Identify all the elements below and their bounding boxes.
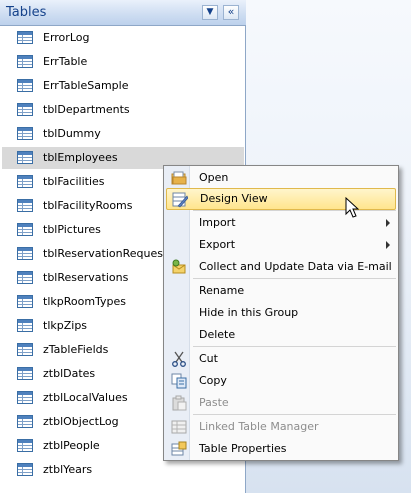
table-icon <box>17 79 33 92</box>
context-menu: Open Design View Import Export Collect and U… <box>163 165 399 461</box>
table-icon <box>17 31 33 44</box>
table-icon <box>17 55 33 68</box>
menu-item-design-view[interactable]: Design View <box>166 188 396 210</box>
menu-separator <box>193 210 396 211</box>
nav-item-label: ErrorLog <box>43 31 90 44</box>
nav-pane-header[interactable]: Tables ▼ « <box>0 0 246 26</box>
table-icon <box>17 175 33 188</box>
table-properties-icon <box>171 441 187 457</box>
nav-item-label: ztblLocalValues <box>43 391 128 404</box>
table-icon <box>17 319 33 332</box>
menu-item-label: Collect and Update Data via E-mail <box>199 260 392 273</box>
nav-item-label: tblDepartments <box>43 103 130 116</box>
menu-item-label: Export <box>199 238 236 251</box>
table-icon <box>17 439 33 452</box>
table-icon <box>17 271 33 284</box>
scissors-icon <box>171 351 187 367</box>
chevron-down-icon[interactable]: ▼ <box>202 5 218 20</box>
table-icon <box>17 367 33 380</box>
nav-item-label: ztblDates <box>43 367 96 380</box>
open-icon <box>171 170 187 186</box>
nav-pane-title[interactable]: Tables <box>6 5 46 20</box>
submenu-arrow-icon <box>386 241 390 249</box>
nav-item-label: tblEmployees <box>43 151 118 164</box>
menu-item-label: Open <box>199 171 229 184</box>
nav-item-label: ztblPeople <box>43 439 100 452</box>
menu-item-delete[interactable]: Delete <box>166 324 396 346</box>
menu-item-label: Hide in this Group <box>199 306 299 319</box>
menu-item-label: Paste <box>199 396 229 409</box>
nav-item-label: tblFacilityRooms <box>43 199 133 212</box>
nav-item-label: ErrTable <box>43 55 88 68</box>
nav-item-label: ztblYears <box>43 463 93 476</box>
nav-item-label: tblReservations <box>43 271 129 284</box>
menu-item-label: Cut <box>199 352 218 365</box>
menu-item-linked-table-manager: Linked Table Manager <box>166 416 396 438</box>
menu-item-table-properties[interactable]: Table Properties <box>166 438 396 460</box>
menu-item-label: Design View <box>200 192 268 205</box>
menu-item-collect-and-update-data-via-e-mail[interactable]: Collect and Update Data via E-mail <box>166 256 396 278</box>
nav-item-label: tlkpRoomTypes <box>43 295 127 308</box>
nav-item-errtable[interactable]: ErrTable <box>2 51 244 73</box>
table-icon <box>17 151 33 164</box>
nav-item-label: zTableFields <box>43 343 109 356</box>
table-icon <box>17 199 33 212</box>
table-icon <box>17 463 33 476</box>
menu-item-hide-in-this-group[interactable]: Hide in this Group <box>166 302 396 324</box>
menu-item-label: Rename <box>199 284 245 297</box>
menu-item-label: Copy <box>199 374 227 387</box>
menu-item-paste: Paste <box>166 392 396 414</box>
copy-icon <box>171 373 187 389</box>
nav-item-tbldepartments[interactable]: tblDepartments <box>2 99 244 121</box>
menu-separator <box>193 414 396 415</box>
nav-item-label: tblDummy <box>43 127 101 140</box>
nav-item-label: tlkpZips <box>43 319 88 332</box>
menu-item-label: Import <box>199 216 236 229</box>
paste-icon <box>171 395 187 411</box>
design-view-icon <box>172 192 189 208</box>
menu-item-label: Linked Table Manager <box>199 420 319 433</box>
table-icon <box>17 295 33 308</box>
menu-separator <box>193 278 396 279</box>
table-icon <box>17 223 33 236</box>
nav-item-label: tblReservationRequests <box>43 247 174 260</box>
table-icon <box>17 391 33 404</box>
nav-item-label: ztblObjectLog <box>43 415 119 428</box>
linked-table-icon <box>171 419 187 435</box>
menu-item-open[interactable]: Open <box>166 167 396 189</box>
nav-item-label: tblFacilities <box>43 175 105 188</box>
menu-item-export[interactable]: Export <box>166 234 396 256</box>
nav-item-errorlog[interactable]: ErrorLog <box>2 27 244 49</box>
menu-separator <box>193 346 396 347</box>
nav-item-ztblyears[interactable]: ztblYears <box>2 459 244 481</box>
table-icon <box>17 343 33 356</box>
nav-item-label: ErrTableSample <box>43 79 129 92</box>
double-chevron-left-icon[interactable]: « <box>223 5 239 20</box>
menu-item-cut[interactable]: Cut <box>166 348 396 370</box>
nav-item-tbldummy[interactable]: tblDummy <box>2 123 244 145</box>
menu-item-import[interactable]: Import <box>166 212 396 234</box>
collect-data-icon <box>171 259 187 275</box>
nav-item-label: tblPictures <box>43 223 101 236</box>
menu-item-label: Delete <box>199 328 236 341</box>
nav-item-errtablesample[interactable]: ErrTableSample <box>2 75 244 97</box>
menu-item-rename[interactable]: Rename <box>166 280 396 302</box>
menu-item-copy[interactable]: Copy <box>166 370 396 392</box>
submenu-arrow-icon <box>386 219 390 227</box>
mouse-cursor-icon <box>345 197 359 218</box>
menu-item-label: Table Properties <box>199 442 287 455</box>
table-icon <box>17 103 33 116</box>
table-icon <box>17 127 33 140</box>
table-icon <box>17 247 33 260</box>
table-icon <box>17 415 33 428</box>
